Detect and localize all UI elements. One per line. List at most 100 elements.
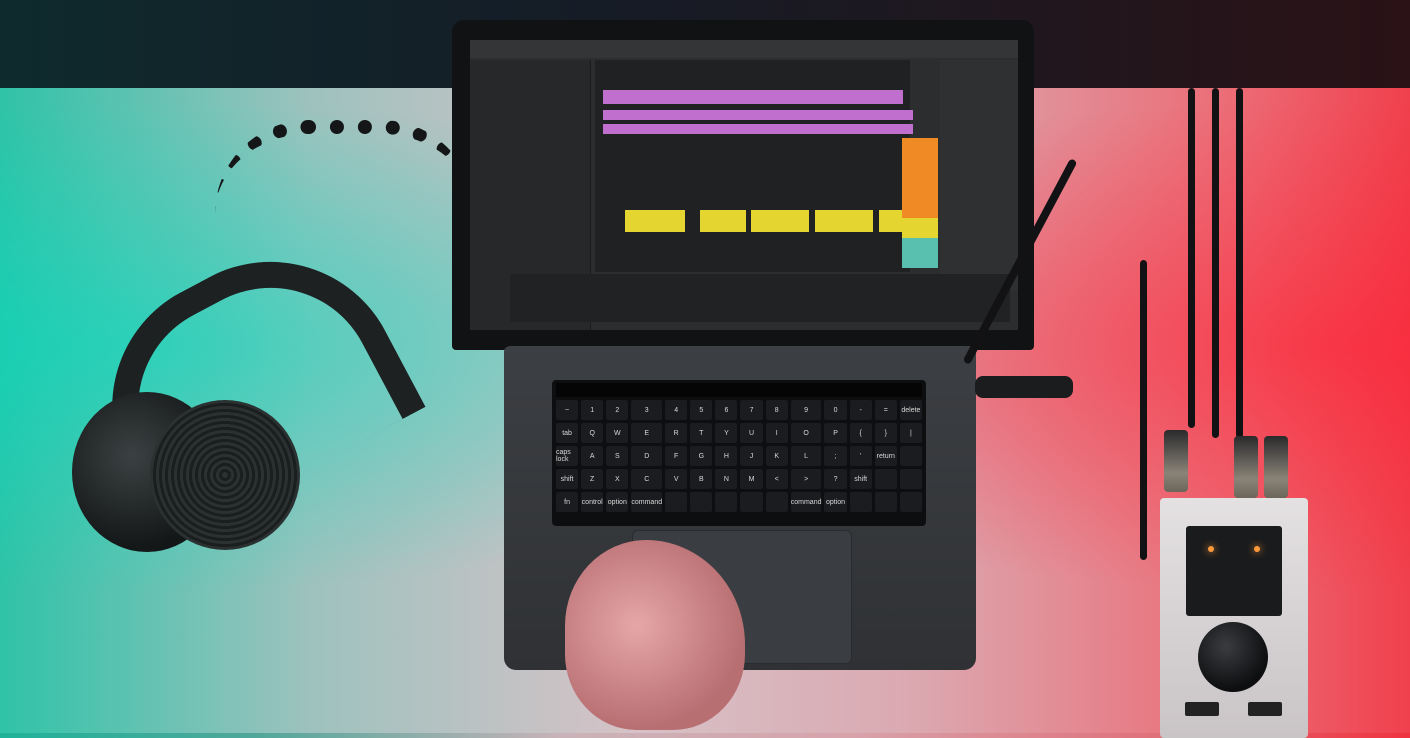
- keyboard-key: L: [790, 446, 822, 466]
- keyboard-key: 4: [665, 400, 688, 420]
- scene-clip-yellow: [902, 218, 938, 238]
- keyboard-key: ;: [824, 446, 847, 466]
- keyboard-key: W: [606, 423, 629, 443]
- keyboard-key: A: [581, 446, 604, 466]
- touch-bar: [556, 383, 922, 397]
- keyboard-key: 5: [690, 400, 713, 420]
- xlr-connector: [1164, 430, 1188, 492]
- interface-button: [1248, 702, 1282, 716]
- laptop-screen: [470, 40, 1018, 330]
- keyboard-key: caps lock: [556, 446, 579, 466]
- keyboard-key: E: [631, 423, 663, 443]
- keyboard-key: [874, 492, 897, 512]
- keyboard-key: S: [606, 446, 629, 466]
- keyboard-key: K: [765, 446, 788, 466]
- level-meter-panel: [1186, 526, 1282, 616]
- keyboard-key: P: [824, 423, 847, 443]
- xlr-connector: [1234, 436, 1258, 498]
- keyboard-key: tab: [556, 423, 579, 443]
- audio-clip: [625, 210, 685, 232]
- keyboard-key: M: [740, 469, 763, 489]
- keyboard-key: ~: [556, 400, 579, 420]
- keyboard-key: H: [715, 446, 738, 466]
- midi-clip: [603, 110, 913, 120]
- level-led: [1208, 546, 1214, 552]
- scene-clip-orange: [902, 138, 938, 218]
- keyboard-key: }: [874, 423, 897, 443]
- keyboard-key: -: [849, 400, 872, 420]
- keyboard-key: Q: [581, 423, 604, 443]
- keyboard-key: D: [631, 446, 663, 466]
- daw-detail-view: [510, 274, 1010, 322]
- keyboard-key: return: [874, 446, 897, 466]
- keyboard-key: 2: [606, 400, 629, 420]
- keyboard-key: I: [765, 423, 788, 443]
- headphone-cup-right: [150, 400, 300, 550]
- keyboard-key: T: [690, 423, 713, 443]
- cable: [1140, 260, 1147, 560]
- keyboard-key: option: [606, 492, 629, 512]
- keyboard-key: [899, 446, 922, 466]
- keyboard-key: [690, 492, 713, 512]
- keyboard-key: command: [631, 492, 663, 512]
- keyboard-key: [899, 492, 922, 512]
- keyboard-key: 8: [765, 400, 788, 420]
- daw-toolbar: [470, 40, 1018, 58]
- cable: [1188, 88, 1195, 428]
- usb-connector: [975, 376, 1073, 398]
- volume-knob: [1198, 622, 1268, 692]
- keyboard-key: Z: [581, 469, 604, 489]
- keyboard-key: 6: [715, 400, 738, 420]
- keyboard-key: ': [849, 446, 872, 466]
- keyboard-key: control: [581, 492, 604, 512]
- audio-clip: [815, 210, 873, 232]
- keyboard-key: F: [665, 446, 688, 466]
- keyboard-key: shift: [849, 469, 872, 489]
- keyboard-key: ?: [824, 469, 847, 489]
- keyboard-key: [849, 492, 872, 512]
- keyboard-key: <: [765, 469, 788, 489]
- keyboard-key: Y: [715, 423, 738, 443]
- keyboard-key: shift: [556, 469, 579, 489]
- keyboard-key: option: [824, 492, 847, 512]
- keyboard-key: 3: [631, 400, 663, 420]
- keyboard-key: B: [690, 469, 713, 489]
- scene-clip-teal: [902, 238, 938, 268]
- keyboard-key: N: [715, 469, 738, 489]
- keyboard-key: C: [631, 469, 663, 489]
- keyboard-key: 7: [740, 400, 763, 420]
- keyboard-key: G: [690, 446, 713, 466]
- daw-arrangement: [595, 60, 913, 272]
- keyboard-key: >: [790, 469, 822, 489]
- keyboard-key: [899, 469, 922, 489]
- keyboard-key: fn: [556, 492, 579, 512]
- keyboard-key: delete: [899, 400, 922, 420]
- audio-clip: [751, 210, 809, 232]
- keyboard-key: [665, 492, 688, 512]
- keyboard-key: command: [790, 492, 822, 512]
- keyboard-key: =: [874, 400, 897, 420]
- keyboard-key: V: [665, 469, 688, 489]
- keyboard-key: 0: [824, 400, 847, 420]
- keyboard-key: [874, 469, 897, 489]
- interface-button: [1185, 702, 1219, 716]
- keyboard-key: |: [899, 423, 922, 443]
- midi-clip: [603, 124, 913, 134]
- daw-mixer-panel: [940, 60, 1018, 290]
- keyboard-key: 1: [581, 400, 604, 420]
- audio-clip: [700, 210, 746, 232]
- keyboard-key: {: [849, 423, 872, 443]
- cable: [1236, 88, 1243, 438]
- keyboard-key: X: [606, 469, 629, 489]
- key-grid: ~1 2 3 4 5 6 7 8 9 0- = delete tab Q W E R T Y U I O P{} | caps …: [556, 400, 922, 512]
- keyboard-key: J: [740, 446, 763, 466]
- keyboard-key: [715, 492, 738, 512]
- keyboard-key: 9: [790, 400, 822, 420]
- keyboard-key: U: [740, 423, 763, 443]
- keyboard-key: [740, 492, 763, 512]
- level-led: [1254, 546, 1260, 552]
- keyboard-key: R: [665, 423, 688, 443]
- xlr-connector: [1264, 436, 1288, 498]
- cable: [1212, 88, 1219, 438]
- keyboard-key: O: [790, 423, 822, 443]
